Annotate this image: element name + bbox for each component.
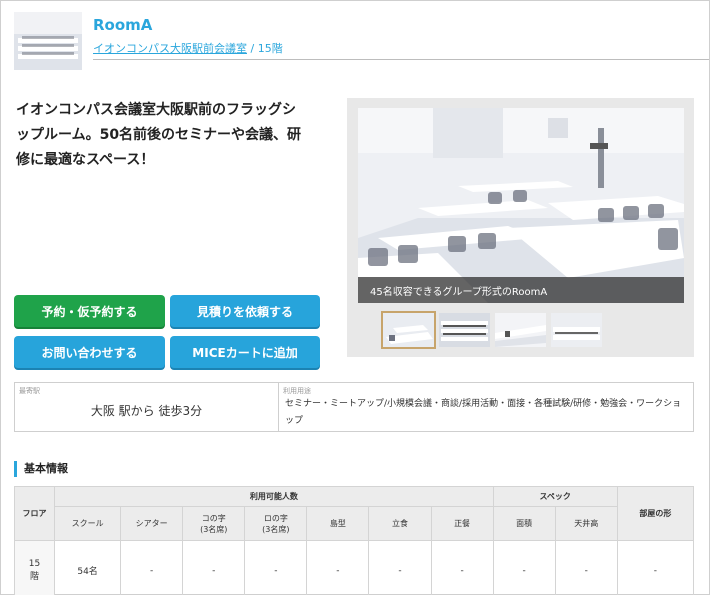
sub-header-4: ロの字 (3名席) [244, 506, 308, 541]
value-cell-4: - [244, 540, 308, 595]
gallery-thumb-1[interactable] [381, 311, 436, 349]
table-body: 15 階 54名 - - - - - - - - - [13, 540, 695, 595]
sub-header-8: 面積 [492, 506, 556, 541]
value-cell-8: - [492, 540, 556, 595]
floor-label: 15階 [257, 42, 283, 55]
catch-line-1: イオンコンパス会議室大阪駅前のフラッグシ [16, 102, 296, 118]
station-label: 最寄駅 [19, 387, 40, 395]
estimate-button[interactable]: 見積りを依頼する [170, 295, 320, 327]
gallery-thumb-2[interactable] [439, 313, 490, 347]
venue-link[interactable]: イオンコンパス大阪駅前会議室 [93, 42, 247, 55]
room-header: RoomA イオンコンパス大阪駅前会議室 / 15階 [14, 12, 709, 70]
value-cell-6: - [368, 540, 432, 595]
basic-info-title: 基本情報 [14, 461, 68, 477]
inquiry-button[interactable]: お問い合わせする [14, 336, 165, 368]
info-box: 最寄駅 大阪 駅から 徒歩3分 利用用途 セミナー・ミートアップ/小規模会議・商… [14, 382, 694, 432]
catch-line-3: 修に最適なスペース！ [16, 152, 155, 168]
gallery-thumb-3[interactable] [495, 313, 546, 347]
shape-cell: - [616, 540, 695, 595]
info-divider [278, 383, 279, 431]
main-photo[interactable]: 45名収容できるグループ形式のRoomA [358, 108, 684, 303]
station-value: 大阪 駅から 徒歩3分 [90, 404, 203, 418]
value-cell-3: - [182, 540, 246, 595]
subtitle-separator: / [250, 42, 255, 55]
photo-caption: 45名収容できるグループ形式のRoomA [358, 277, 684, 303]
catch-line-2: ップルーム。50名前後のセミナーや会議、研 [16, 127, 302, 143]
sub-header-3: コの字 (3名席) [182, 506, 246, 541]
room-subtitle: イオンコンパス大阪駅前会議室 / 15階 [93, 40, 709, 60]
value-cell-7: - [430, 540, 494, 595]
value-cell-1: 54名 [54, 540, 122, 595]
sub-header-6: 立食 [368, 506, 432, 541]
value-cell-5: - [306, 540, 370, 595]
thumbnail-strip [381, 311, 673, 349]
capacity-group-header: 利用可能人数 [54, 486, 494, 507]
sub-header-2: シアター [120, 506, 184, 541]
reserve-button[interactable]: 予約・仮予約する [14, 295, 165, 327]
gallery-thumb-4[interactable] [551, 313, 602, 347]
value-cell-2: - [120, 540, 184, 595]
table-row: 15 階 54名 - - - - - - - - - [13, 540, 695, 595]
room-photo-illustration [358, 108, 684, 303]
usage-label: 利用用途 [283, 387, 311, 395]
usage-value: セミナー・ミートアップ/小規模会議・商談/採用活動・面接・各種試験/研修・勉強会… [285, 399, 682, 426]
floor-cell: 15 階 [13, 540, 56, 595]
sub-header-row: スクール シアター コの字 (3名席) ロの字 (3名席) 島型 立食 正餐 面積 天井高 [15, 506, 694, 541]
spec-group-header: スペック [492, 486, 618, 507]
sub-header-1: スクール [54, 506, 122, 541]
col-floor-header: フロア [13, 486, 56, 541]
value-cell-9: - [554, 540, 618, 595]
mice-cart-button[interactable]: MICEカートに追加 [170, 336, 320, 368]
sub-header-9: 天井高 [554, 506, 618, 541]
photo-gallery: 45名収容できるグループ形式のRoomA [347, 98, 694, 357]
col-shape-header: 部屋の形 [616, 486, 695, 541]
sub-header-5: 島型 [306, 506, 370, 541]
room-thumbnail[interactable] [14, 12, 82, 70]
capacity-table: フロア 利用可能人数 スペック 部屋の形 スクール シアター コの字 (3名席) ロの字… [13, 486, 695, 595]
room-name: RoomA [93, 16, 153, 34]
catch-copy: イオンコンパス会議室大阪駅前のフラッグシ ップルーム。50名前後のセミナーや会議… [16, 98, 336, 173]
sub-header-7: 正餐 [430, 506, 494, 541]
